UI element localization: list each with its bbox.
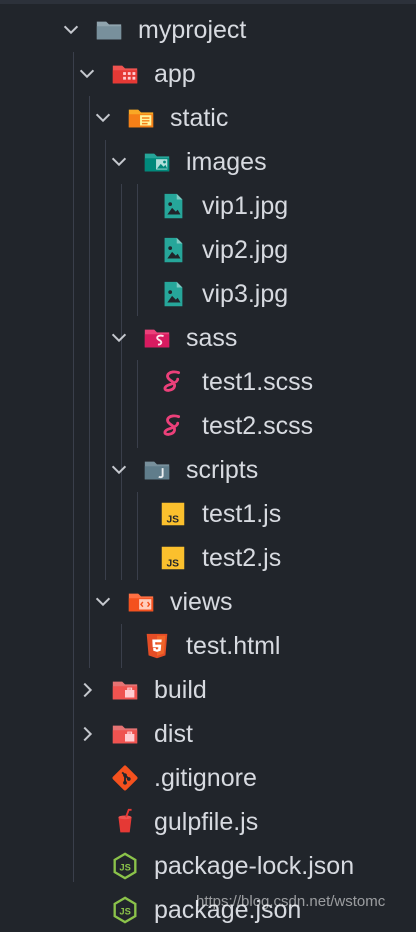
svg-text:JS: JS [166, 558, 179, 569]
tree-label: test2.js [202, 544, 282, 572]
tree-label: gulpfile.js [154, 808, 259, 836]
chevron-right-icon[interactable] [74, 677, 100, 703]
tree-row-vip2-jpg[interactable]: vip2.jpg [0, 228, 416, 272]
sass-folder-icon [142, 323, 172, 353]
tree-row-vip3-jpg[interactable]: vip3.jpg [0, 272, 416, 316]
tree-row-test1-scss[interactable]: test1.scss [0, 360, 416, 404]
js-file-icon: JS [158, 499, 188, 529]
tree-label: vip2.jpg [202, 236, 289, 264]
folder-icon [94, 15, 124, 45]
build-folder-icon [110, 675, 140, 705]
tree-label: test2.scss [202, 412, 314, 440]
git-icon [110, 763, 140, 793]
tree-label: static [170, 104, 229, 132]
chevron-down-icon[interactable] [90, 105, 116, 131]
static-folder-icon [126, 103, 156, 133]
tree-row-vip1-jpg[interactable]: vip1.jpg [0, 184, 416, 228]
chevron-down-icon[interactable] [58, 17, 84, 43]
tree-label: .gitignore [154, 764, 257, 792]
tree-label: test1.js [202, 500, 282, 528]
nodejs-icon: JS [110, 895, 140, 925]
tree-label: images [186, 148, 267, 176]
file-explorer-tree: myproject app static images vip1.jpg vip… [0, 0, 416, 924]
watermark-text: https://blog.csdn.net/wstomc [196, 893, 386, 910]
chevron-down-icon[interactable] [106, 457, 132, 483]
tree-row-dist[interactable]: dist [0, 712, 416, 756]
images-folder-icon [142, 147, 172, 177]
chevron-down-icon[interactable] [106, 149, 132, 175]
tree-label: myproject [138, 16, 247, 44]
js-file-icon: JS [158, 543, 188, 573]
tree-row-build[interactable]: build [0, 668, 416, 712]
tree-row-package-lock-json[interactable]: JS package-lock.json [0, 844, 416, 888]
svg-text:JS: JS [119, 863, 130, 873]
tree-label: test.html [186, 632, 281, 660]
app-folder-icon [110, 59, 140, 89]
tree-row-test2-scss[interactable]: test2.scss [0, 404, 416, 448]
tree-row-app[interactable]: app [0, 52, 416, 96]
tree-row-gitignore[interactable]: .gitignore [0, 756, 416, 800]
tree-row-sass[interactable]: sass [0, 316, 416, 360]
tree-row-test2-js[interactable]: JS test2.js [0, 536, 416, 580]
dist-folder-icon [110, 719, 140, 749]
chevron-down-icon[interactable] [74, 61, 100, 87]
image-file-icon [158, 235, 188, 265]
tree-row-gulpfile-js[interactable]: gulpfile.js [0, 800, 416, 844]
image-file-icon [158, 279, 188, 309]
tree-label: views [170, 588, 233, 616]
svg-text:JS: JS [119, 907, 130, 917]
tree-row-views[interactable]: views [0, 580, 416, 624]
gulp-icon [110, 807, 140, 837]
tree-row-test-html[interactable]: test.html [0, 624, 416, 668]
nodejs-icon: JS [110, 851, 140, 881]
scripts-folder-icon [142, 455, 172, 485]
tree-row-myproject[interactable]: myproject [0, 8, 416, 52]
tree-label: app [154, 60, 196, 88]
chevron-down-icon[interactable] [106, 325, 132, 351]
tree-row-static[interactable]: static [0, 96, 416, 140]
chevron-right-icon[interactable] [74, 721, 100, 747]
tree-label: build [154, 676, 207, 704]
html-file-icon [142, 631, 172, 661]
tree-row-scripts[interactable]: scripts [0, 448, 416, 492]
sass-file-icon [158, 411, 188, 441]
tree-label: test1.scss [202, 368, 314, 396]
chevron-down-icon[interactable] [90, 589, 116, 615]
tree-label: vip3.jpg [202, 280, 289, 308]
svg-text:JS: JS [166, 514, 179, 525]
tree-label: sass [186, 324, 238, 352]
sass-file-icon [158, 367, 188, 397]
tree-row-test1-js[interactable]: JS test1.js [0, 492, 416, 536]
tree-label: scripts [186, 456, 259, 484]
image-file-icon [158, 191, 188, 221]
tree-label: vip1.jpg [202, 192, 289, 220]
tree-row-images[interactable]: images [0, 140, 416, 184]
tree-label: dist [154, 720, 193, 748]
tree-label: package-lock.json [154, 852, 355, 880]
views-folder-icon [126, 587, 156, 617]
